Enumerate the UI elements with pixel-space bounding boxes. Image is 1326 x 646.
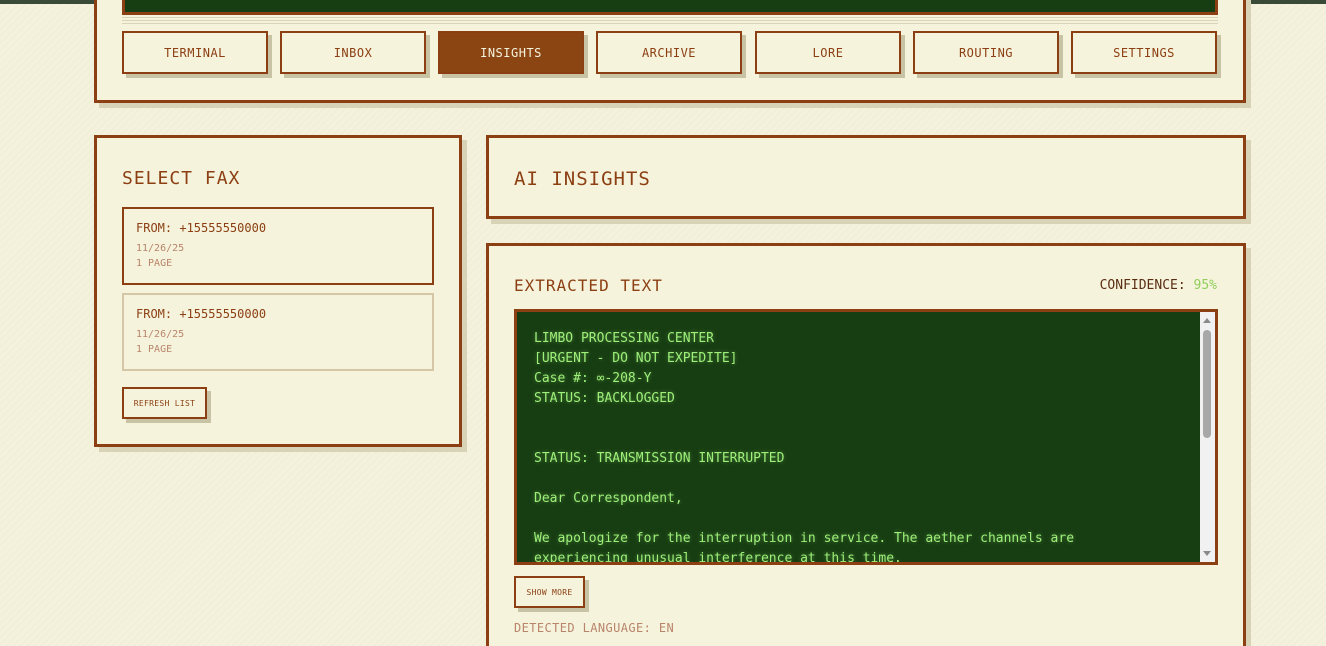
detected-language: DETECTED LANGUAGE: EN bbox=[514, 621, 675, 635]
ai-insights-panel: AI INSIGHTS bbox=[486, 135, 1246, 219]
tab-settings[interactable]: SETTINGS bbox=[1071, 31, 1217, 74]
fax-list-item[interactable]: FROM: +15555550000 11/26/25 1 PAGE bbox=[122, 207, 434, 285]
fax-meta: 11/26/25 1 PAGE bbox=[136, 241, 420, 271]
select-fax-panel: SELECT FAX FROM: +15555550000 11/26/25 1… bbox=[94, 135, 462, 447]
tab-lore[interactable]: LORE bbox=[755, 31, 901, 74]
terminal-screen-strip bbox=[122, 0, 1218, 15]
confidence-value: 95% bbox=[1193, 278, 1217, 293]
ai-insights-title: AI INSIGHTS bbox=[514, 168, 651, 190]
extracted-text-title: EXTRACTED TEXT bbox=[514, 276, 663, 295]
fax-sender: FROM: +15555550000 bbox=[136, 221, 267, 235]
fax-date: 11/26/25 bbox=[136, 243, 185, 254]
select-fax-title: SELECT FAX bbox=[122, 168, 241, 189]
header-panel: TERMINAL INBOX INSIGHTS ARCHIVE LORE ROU… bbox=[94, 0, 1246, 103]
extracted-text-box[interactable]: LIMBO PROCESSING CENTER [URGENT - DO NOT… bbox=[514, 309, 1218, 565]
confidence-label: CONFIDENCE: bbox=[1099, 278, 1186, 293]
fax-sender: FROM: +15555550000 bbox=[136, 307, 267, 321]
extracted-text-content: LIMBO PROCESSING CENTER [URGENT - DO NOT… bbox=[534, 331, 1075, 565]
tab-inbox[interactable]: INBOX bbox=[280, 31, 426, 74]
tab-routing[interactable]: ROUTING bbox=[913, 31, 1059, 74]
fax-pages: 1 PAGE bbox=[136, 258, 173, 269]
scroll-down-arrow-icon[interactable] bbox=[1203, 551, 1211, 556]
scrollbar-thumb[interactable] bbox=[1203, 330, 1211, 438]
tab-archive[interactable]: ARCHIVE bbox=[596, 31, 742, 74]
scroll-up-arrow-icon[interactable] bbox=[1203, 318, 1211, 323]
fax-pages: 1 PAGE bbox=[136, 344, 173, 355]
extracted-text-panel: EXTRACTED TEXT CONFIDENCE: 95% LIMBO PRO… bbox=[486, 243, 1246, 646]
fax-date: 11/26/25 bbox=[136, 329, 185, 340]
show-more-button[interactable]: SHOW MORE bbox=[514, 576, 585, 608]
main-nav: TERMINAL INBOX INSIGHTS ARCHIVE LORE ROU… bbox=[122, 31, 1222, 77]
header-divider-lines bbox=[122, 17, 1218, 25]
extracted-text-scrollbar[interactable] bbox=[1200, 312, 1215, 562]
tab-terminal[interactable]: TERMINAL bbox=[122, 31, 268, 74]
fax-list-item[interactable]: FROM: +15555550000 11/26/25 1 PAGE bbox=[122, 293, 434, 371]
tab-insights[interactable]: INSIGHTS bbox=[438, 31, 584, 74]
confidence-readout: CONFIDENCE: 95% bbox=[1100, 278, 1217, 293]
refresh-list-button[interactable]: REFRESH LIST bbox=[122, 387, 207, 419]
fax-meta: 11/26/25 1 PAGE bbox=[136, 327, 420, 357]
